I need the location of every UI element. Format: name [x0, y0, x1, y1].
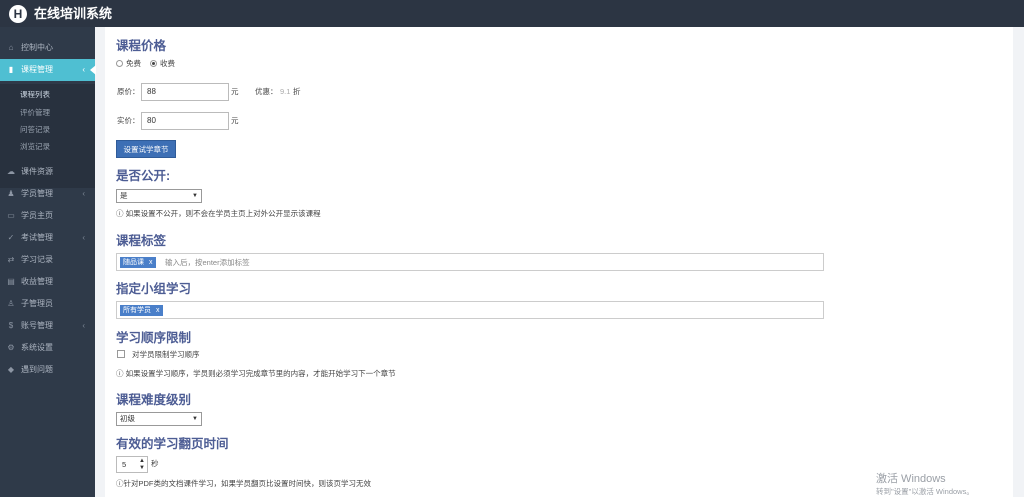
public-select[interactable]: 是 ▼: [116, 189, 202, 203]
logo-icon: H: [9, 5, 27, 23]
sidebar-item-problems[interactable]: ◆ 遇到问题: [0, 359, 95, 381]
sidebar-item-exam-manage[interactable]: ✓ 考试管理 ‹: [0, 227, 95, 249]
caret-down-icon: ▼: [192, 416, 198, 422]
public-section-title: 是否公开:: [116, 169, 171, 183]
sidebar-item-label: 课程管理: [21, 65, 53, 74]
tags-input[interactable]: 随品课 x 输入后，按enter添加标签: [116, 253, 824, 271]
sidebar-item-label: 系统设置: [21, 343, 53, 352]
app-title: 在线培训系统: [34, 6, 113, 21]
dollar-icon: $: [8, 321, 14, 330]
sidebar-item-label: 收益管理: [21, 277, 53, 286]
sidebar-item-label: 子管理员: [21, 299, 53, 308]
sidebar-item-label: 学习记录: [21, 255, 53, 264]
active-indicator: [90, 65, 96, 75]
tag-chip: 随品课 x: [120, 257, 156, 268]
flip-section-title: 有效的学习翻页时间: [116, 437, 229, 451]
level-select[interactable]: 初级 ▼: [116, 412, 202, 426]
top-bar: H 在线培训系统: [0, 0, 1024, 27]
level-select-value: 初级: [120, 414, 135, 423]
sidebar-item-account[interactable]: $ 账号管理 ‹: [0, 315, 95, 337]
sidebar-item-label: 考试管理: [21, 233, 53, 242]
actual-price-input[interactable]: 80: [141, 112, 229, 130]
watermark-line2: 转到"设置"以激活 Windows。: [876, 487, 974, 496]
diamond-icon: ◆: [7, 365, 15, 374]
remove-group-icon[interactable]: x: [156, 307, 160, 314]
group-input[interactable]: 所有学员 x: [116, 301, 824, 319]
public-hint: ⓘ 如果设置不公开，则不会在学员主页上对外公开显示该课程: [116, 209, 321, 218]
price-section-title: 课程价格: [116, 39, 167, 53]
paid-radio[interactable]: [150, 60, 157, 67]
sidebar-item-label: 控制中心: [21, 43, 53, 52]
sidebar-item-label: 课件资源: [21, 167, 53, 176]
sidebar-subitem-course-list[interactable]: 课程列表: [20, 87, 90, 103]
main-content: 课程价格 免费 收费 原价： 88 元 优惠： 9.1 折 实价： 80 元 设…: [105, 27, 1013, 497]
order-hint: ⓘ 如果设置学习顺序，学员则必须学习完成章节里的内容，才能开始学习下一个章节: [116, 369, 396, 378]
remove-tag-icon[interactable]: x: [149, 259, 153, 266]
original-price-unit: 元: [231, 87, 239, 96]
free-label: 免费: [126, 59, 141, 68]
caret-down-icon: ▼: [192, 193, 198, 199]
watermark-line1: 激活 Windows: [876, 473, 946, 485]
tag-chip-label: 随品课: [123, 259, 144, 266]
order-checkbox[interactable]: [117, 350, 125, 358]
level-section-title: 课程难度级别: [116, 393, 192, 407]
sidebar-item-dashboard[interactable]: ⌂ 控制中心: [0, 37, 95, 59]
ledger-icon: ▤: [7, 277, 15, 286]
chevron-left-icon: ‹: [82, 321, 85, 330]
sidebar-item-label: 学员主页: [21, 211, 53, 220]
sidebar-item-study-records[interactable]: ⇄ 学习记录: [0, 249, 95, 271]
sidebar-item-course-manage[interactable]: ▮ 课程管理 ‹: [0, 59, 96, 81]
cloud-icon: ☁: [7, 167, 15, 176]
group-chip: 所有学员 x: [120, 305, 163, 316]
sidebar-item-student-manage[interactable]: ♟ 学员管理 ‹: [0, 183, 95, 205]
sidebar-item-label: 学员管理: [21, 189, 53, 198]
public-select-value: 是: [120, 191, 128, 200]
user-icon: ♙: [7, 299, 15, 308]
sidebar-item-revenue[interactable]: ▤ 收益管理: [0, 271, 95, 293]
chevron-left-icon: ‹: [82, 233, 85, 242]
flip-time-value: 5: [122, 460, 127, 469]
paid-label: 收费: [160, 59, 175, 68]
tags-placeholder: 输入后，按enter添加标签: [165, 258, 250, 267]
sidebar-subitem-reviews[interactable]: 评价管理: [20, 105, 90, 121]
sidebar-item-sub-admin[interactable]: ♙ 子管理员: [0, 293, 95, 315]
group-section-title: 指定小组学习: [116, 282, 192, 296]
book-icon: ▮: [8, 65, 14, 74]
chevron-left-icon: ‹: [82, 65, 85, 74]
exchange-icon: ⇄: [7, 255, 15, 264]
original-price-input[interactable]: 88: [141, 83, 229, 101]
free-radio[interactable]: [116, 60, 123, 67]
stepper-arrows-icon[interactable]: ▲ ▼: [138, 458, 146, 471]
sidebar-subitem-qa[interactable]: 问答记录: [20, 122, 90, 138]
flip-hint: ⓘ针对PDF类的文档课件学习，如果学员翻页比设置时间快，则该页学习无效: [116, 479, 371, 488]
page-scrollbar[interactable]: [1013, 27, 1024, 497]
discount-value: 9.1: [280, 87, 291, 96]
tags-section-title: 课程标签: [116, 234, 167, 248]
order-checkbox-label: 对学员限制学习顺序: [132, 350, 200, 359]
chevron-left-icon: ‹: [82, 189, 85, 198]
flip-time-unit: 秒: [151, 459, 159, 468]
sidebar-subitem-browse[interactable]: 浏览记录: [20, 139, 90, 155]
sidebar-item-label: 遇到问题: [21, 365, 53, 374]
original-price-label: 原价：: [117, 87, 140, 96]
sidebar: ⌂ 控制中心 ▮ 课程管理 ‹ 课程列表 评价管理 问答记录 浏览记录 ☁ 课件…: [0, 27, 96, 497]
sidebar-item-settings[interactable]: ⚙ 系统设置: [0, 337, 95, 359]
set-trial-chapters-button[interactable]: 设置试学章节: [116, 140, 176, 158]
actual-price-unit: 元: [231, 116, 239, 125]
actual-price-label: 实价：: [117, 116, 140, 125]
monitor-icon: ▭: [7, 211, 15, 220]
sidebar-item-label: 账号管理: [21, 321, 53, 330]
flip-time-stepper[interactable]: 5 ▲ ▼: [116, 456, 148, 473]
home-icon: ⌂: [8, 43, 14, 52]
users-icon: ♟: [7, 189, 15, 198]
check-icon: ✓: [7, 233, 15, 242]
sidebar-item-courseware[interactable]: ☁ 课件资源: [0, 161, 95, 183]
discount-label: 优惠：: [255, 87, 278, 96]
gear-icon: ⚙: [7, 343, 15, 352]
order-section-title: 学习顺序限制: [116, 331, 192, 345]
discount-unit: 折: [293, 87, 301, 96]
group-chip-label: 所有学员: [123, 307, 151, 314]
sidebar-item-student-home[interactable]: ▭ 学员主页: [0, 205, 95, 227]
